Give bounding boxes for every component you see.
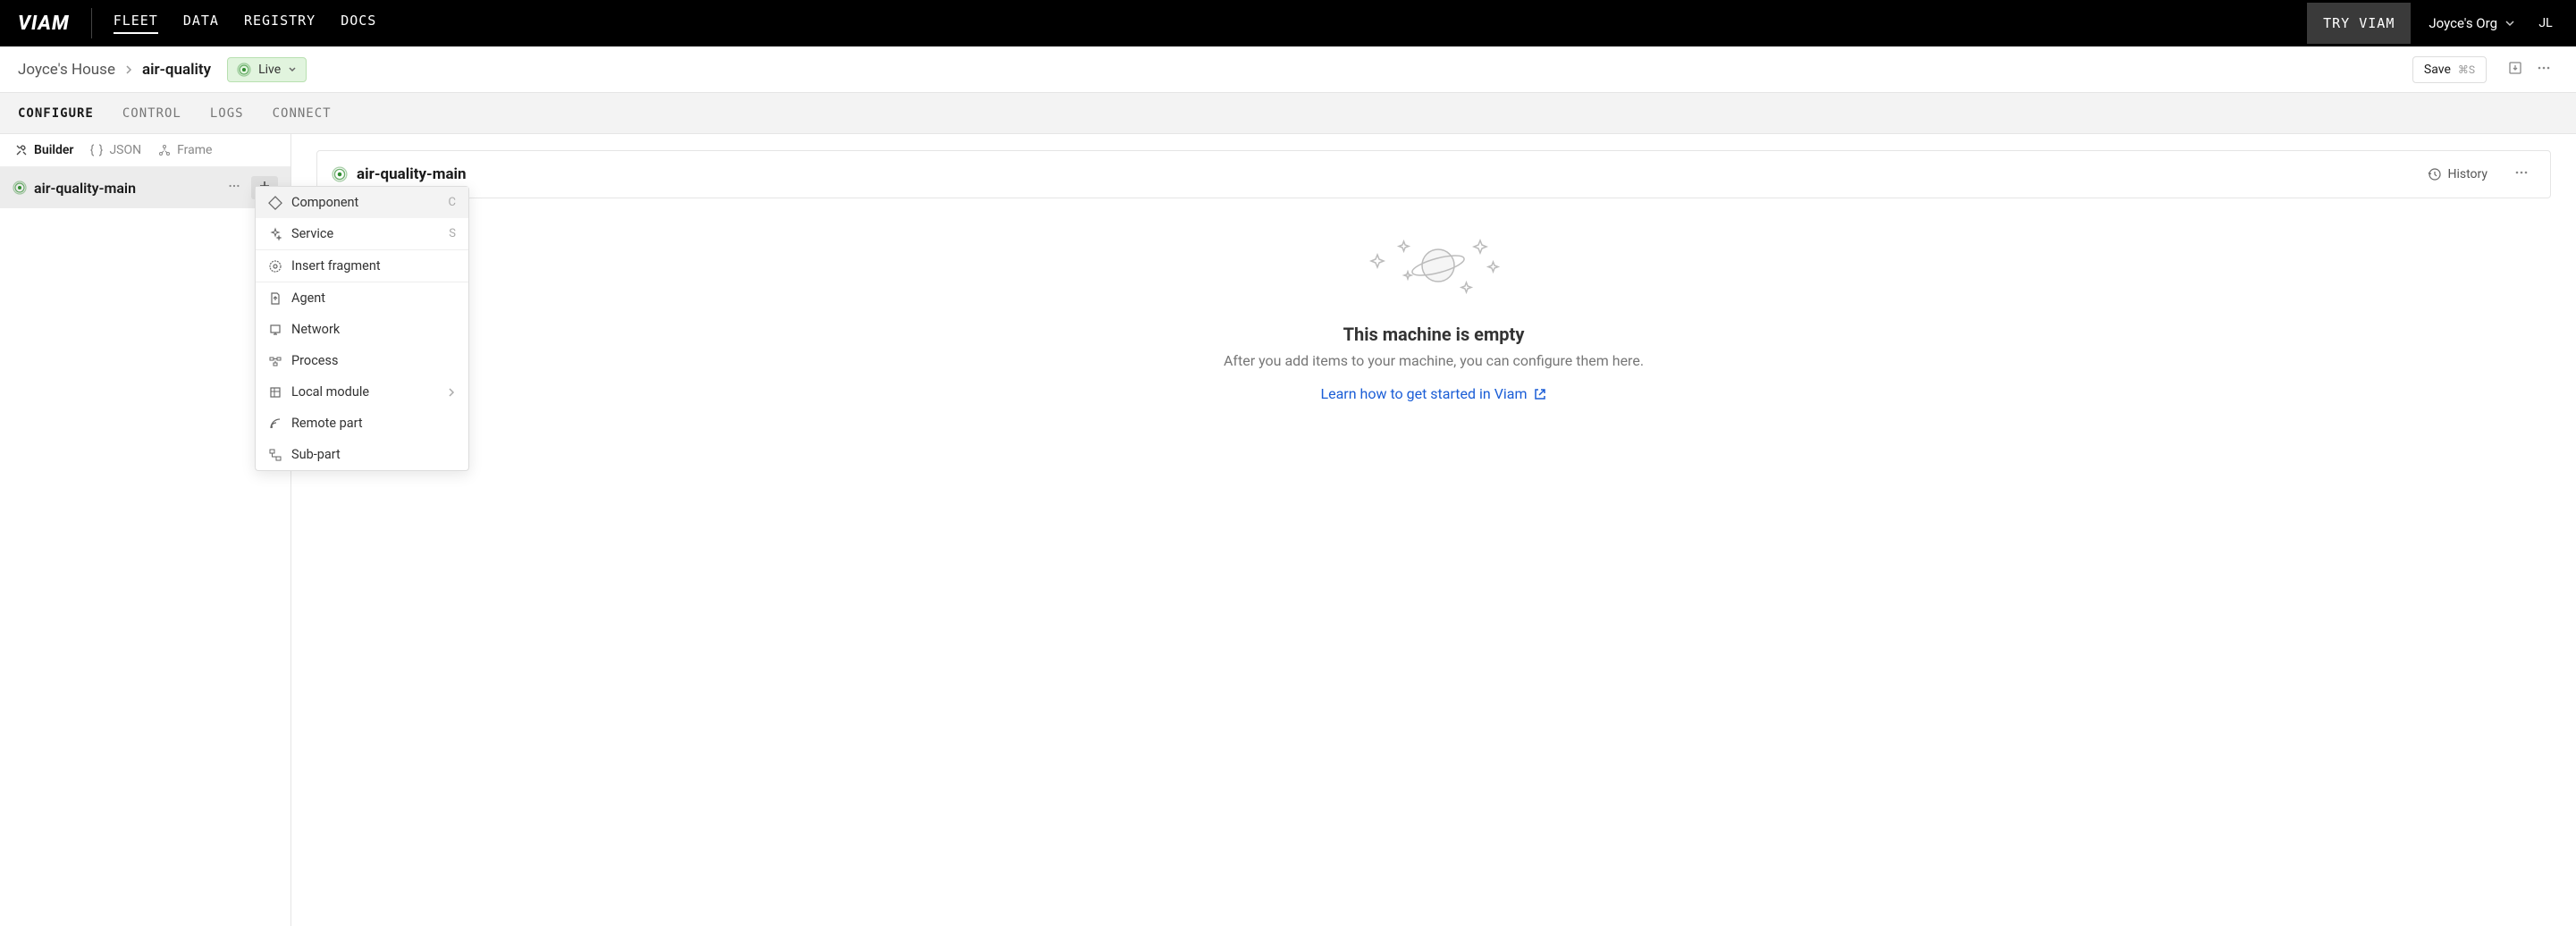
wrench-icon xyxy=(14,143,29,157)
save-button[interactable]: Save ⌘S xyxy=(2412,56,2487,83)
breadcrumb: Joyce's House air-quality xyxy=(18,61,211,79)
sidebar: Builder JSON Frame air-quality-main xyxy=(0,134,291,926)
menu-item-shortcut: C xyxy=(449,196,456,209)
chevron-down-icon xyxy=(288,65,297,74)
sidebar-view-tabs: Builder JSON Frame xyxy=(0,134,290,167)
dots-icon xyxy=(2514,165,2529,180)
machine-name: air-quality-main xyxy=(34,180,217,197)
org-name: Joyce's Org xyxy=(2429,15,2497,31)
content-area: air-quality-main History xyxy=(291,134,2576,926)
menu-item-shortcut: S xyxy=(449,227,456,240)
chevron-right-icon xyxy=(124,65,133,74)
chevron-right-icon xyxy=(447,388,456,397)
history-label: History xyxy=(2447,167,2488,181)
menu-item-network[interactable]: Network xyxy=(256,314,468,345)
history-button[interactable]: History xyxy=(2428,167,2488,181)
menu-item-label: Component xyxy=(291,195,358,210)
nav-fleet[interactable]: FLEET xyxy=(114,13,158,34)
broadcast-icon xyxy=(13,181,27,195)
status-pill[interactable]: Live xyxy=(227,57,307,82)
machine-more-button[interactable] xyxy=(224,176,244,199)
menu-item-label: Sub-part xyxy=(291,447,341,462)
learn-link-label: Learn how to get started in Viam xyxy=(1320,385,1527,402)
chevron-down-icon xyxy=(2504,18,2515,29)
nav-docs[interactable]: DOCS xyxy=(341,13,376,34)
avatar[interactable]: JL xyxy=(2533,11,2558,36)
subheader: Joyce's House air-quality Live Save ⌘S xyxy=(0,46,2576,93)
menu-item-agent[interactable]: Agent xyxy=(256,282,468,314)
planet-sparkles-icon xyxy=(1353,234,1514,306)
braces-icon xyxy=(89,143,104,157)
menu-item-component[interactable]: Component C xyxy=(256,187,468,218)
add-menu: Component C Service S Insert fragment Ag… xyxy=(255,186,469,471)
history-icon xyxy=(2428,167,2442,181)
menu-item-remote-part[interactable]: Remote part xyxy=(256,408,468,439)
download-button[interactable] xyxy=(2501,57,2530,82)
menu-item-label: Remote part xyxy=(291,416,363,431)
menu-item-label: Local module xyxy=(291,384,369,400)
menu-item-insert-fragment[interactable]: Insert fragment xyxy=(256,250,468,282)
menu-item-process[interactable]: Process xyxy=(256,345,468,376)
subpart-icon xyxy=(268,448,282,462)
menu-item-sub-part[interactable]: Sub-part xyxy=(256,439,468,470)
content-title: air-quality-main xyxy=(357,165,2419,183)
menu-item-label: Insert fragment xyxy=(291,258,381,274)
tab-control[interactable]: CONTROL xyxy=(122,106,181,121)
sidebar-tab-frame[interactable]: Frame xyxy=(157,143,212,157)
divider xyxy=(91,8,92,38)
content-more-button[interactable] xyxy=(2507,162,2536,187)
download-icon xyxy=(2508,61,2522,75)
nav-data[interactable]: DATA xyxy=(183,13,219,34)
frame-icon xyxy=(157,143,172,157)
content-header: air-quality-main History xyxy=(316,150,2551,198)
learn-link[interactable]: Learn how to get started in Viam xyxy=(1320,385,1546,402)
try-viam-button[interactable]: TRY VIAM xyxy=(2307,3,2411,44)
broadcast-icon xyxy=(237,63,251,77)
topnav-links: FLEET DATA REGISTRY DOCS xyxy=(114,13,377,34)
menu-item-label: Network xyxy=(291,322,340,337)
process-icon xyxy=(268,354,282,368)
breadcrumb-parent[interactable]: Joyce's House xyxy=(18,61,115,79)
tab-configure[interactable]: CONFIGURE xyxy=(18,106,94,121)
more-button[interactable] xyxy=(2530,57,2558,82)
logo[interactable]: VIAM xyxy=(18,13,91,35)
save-shortcut: ⌘S xyxy=(2458,63,2475,76)
module-icon xyxy=(268,385,282,400)
machine-row[interactable]: air-quality-main xyxy=(0,167,290,208)
save-label: Save xyxy=(2424,63,2451,77)
breadcrumb-current: air-quality xyxy=(142,61,211,79)
sidebar-tab-builder[interactable]: Builder xyxy=(14,143,73,157)
fragment-icon xyxy=(268,259,282,274)
org-switcher[interactable]: Joyce's Org xyxy=(2429,15,2515,31)
external-link-icon xyxy=(1533,387,1547,401)
broadcast-icon xyxy=(332,166,348,182)
signal-icon xyxy=(268,417,282,431)
file-arrow-icon xyxy=(268,291,282,306)
page-tabs: CONFIGURE CONTROL LOGS CONNECT xyxy=(0,93,2576,134)
tab-connect[interactable]: CONNECT xyxy=(273,106,332,121)
sparkle-icon xyxy=(268,227,282,241)
network-icon xyxy=(268,323,282,337)
menu-item-label: Service xyxy=(291,226,333,241)
main-layout: Builder JSON Frame air-quality-main xyxy=(0,134,2576,926)
empty-illustration xyxy=(316,234,2551,306)
dots-icon xyxy=(2537,61,2551,75)
menu-item-label: Agent xyxy=(291,290,325,306)
sidebar-tab-label: JSON xyxy=(109,143,141,157)
top-navigation: VIAM FLEET DATA REGISTRY DOCS TRY VIAM J… xyxy=(0,0,2576,46)
menu-item-service[interactable]: Service S xyxy=(256,218,468,249)
empty-description: After you add items to your machine, you… xyxy=(316,352,2551,369)
menu-item-local-module[interactable]: Local module xyxy=(256,376,468,408)
sidebar-tab-label: Frame xyxy=(177,143,212,157)
sidebar-tab-label: Builder xyxy=(34,143,73,157)
sidebar-tab-json[interactable]: JSON xyxy=(89,143,141,157)
empty-state: This machine is empty After you add item… xyxy=(316,234,2551,402)
status-label: Live xyxy=(258,63,281,77)
diamond-icon xyxy=(268,196,282,210)
menu-item-label: Process xyxy=(291,353,338,368)
tab-logs[interactable]: LOGS xyxy=(210,106,244,121)
nav-registry[interactable]: REGISTRY xyxy=(244,13,316,34)
dots-icon xyxy=(228,180,240,192)
empty-title: This machine is empty xyxy=(316,324,2551,345)
